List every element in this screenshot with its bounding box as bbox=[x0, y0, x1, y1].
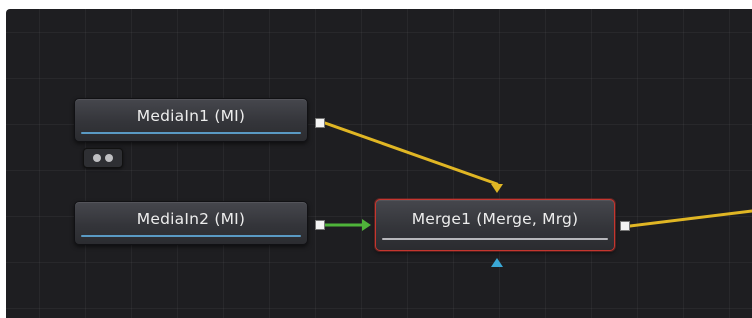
node-mediain1[interactable]: MediaIn1 (MI) bbox=[74, 98, 308, 142]
indicator-dot-icon bbox=[93, 154, 101, 162]
mediain1-output-port-icon[interactable] bbox=[315, 118, 325, 128]
node-merge1-label: Merge1 (Merge, Mrg) bbox=[411, 210, 579, 228]
node-merge1[interactable]: Merge1 (Merge, Mrg) bbox=[375, 199, 615, 251]
mediain2-output-port-icon[interactable] bbox=[315, 220, 325, 230]
node-mediain2[interactable]: MediaIn2 (MI) bbox=[74, 201, 308, 245]
indicator-dot-icon bbox=[105, 154, 113, 162]
merge1-background-input-icon[interactable] bbox=[491, 184, 503, 193]
merge1-foreground-input-icon[interactable] bbox=[362, 219, 371, 231]
merge1-output-port-icon[interactable] bbox=[620, 221, 630, 231]
node-merge1-bar bbox=[382, 238, 608, 240]
merge1-mask-input-icon[interactable] bbox=[491, 258, 503, 267]
node-mediain2-label: MediaIn2 (MI) bbox=[136, 210, 246, 228]
node-mediain1-label: MediaIn1 (MI) bbox=[136, 107, 246, 125]
node-mediain1-bar bbox=[81, 132, 301, 134]
indicator-badge-icon bbox=[83, 148, 123, 168]
node-mediain2-bar bbox=[81, 235, 301, 237]
